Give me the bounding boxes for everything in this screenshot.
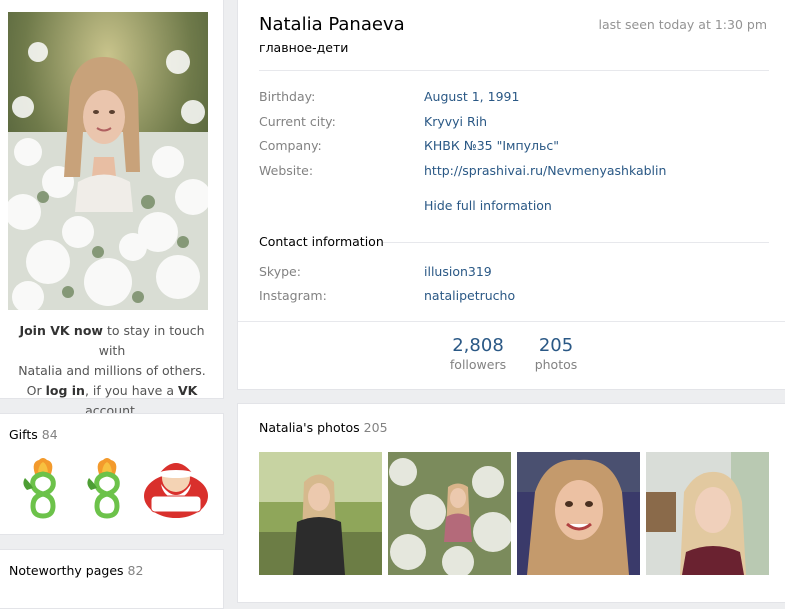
gifts-title: Gifts (9, 427, 38, 442)
skype-link[interactable]: illusion319 (424, 264, 492, 279)
counters-divider (238, 321, 785, 322)
photo-thumbnail[interactable] (388, 452, 511, 575)
birthday-link[interactable]: August 1, 1991 (424, 89, 519, 104)
photos-title: Natalia's photos (259, 420, 360, 435)
noteworthy-header[interactable]: Noteworthy pages 82 (9, 563, 143, 578)
gifts-header[interactable]: Gifts 84 (9, 427, 58, 442)
photos-counter[interactable]: 205 photos (526, 335, 586, 372)
join-line2-text: Natalia and millions of others. (18, 363, 206, 378)
figure-eight-tulip-icon (87, 458, 120, 519)
city-link[interactable]: Kryvyi Rih (424, 114, 487, 129)
profile-info-card: Natalia Panaeva главное-дети last seen t… (237, 0, 785, 390)
followers-label: followers (449, 357, 507, 372)
website-label: Website: (259, 163, 314, 178)
instagram-link[interactable]: natalipetrucho (424, 288, 515, 303)
gift-item[interactable] (11, 456, 75, 520)
join-line3-mid: , if you have a (84, 383, 178, 398)
skype-label: Skype: (259, 264, 301, 279)
avatar-card: Join VK now to stay in touch with Natali… (0, 0, 224, 418)
photo-thumbnail[interactable] (517, 452, 640, 575)
photo-thumbnail[interactable] (646, 452, 769, 575)
photos-title-count: 205 (363, 420, 388, 435)
birthday-label: Birthday: (259, 89, 316, 104)
login-link[interactable]: log in (46, 383, 85, 398)
avatar[interactable] (8, 12, 208, 310)
contact-divider (383, 242, 769, 243)
last-seen-text: last seen today at 1:30 pm (598, 17, 767, 32)
photos-card: Natalia's photos 205 (237, 403, 785, 603)
join-line1-text: to stay in touch with (98, 323, 205, 358)
noteworthy-title: Noteworthy pages (9, 563, 124, 578)
gifts-card: Gifts 84 (0, 413, 224, 535)
gift-item[interactable] (75, 456, 139, 520)
noteworthy-pages-card: Noteworthy pages 82 (0, 549, 224, 609)
photos-label: photos (534, 357, 578, 372)
company-link[interactable]: КНВК №35 "Імпульс" (424, 138, 559, 153)
website-link[interactable]: http://sprashivai.ru/Nevmenyashkablin (424, 163, 666, 178)
header-divider (259, 70, 769, 71)
vk-word: VK (177, 383, 198, 398)
profile-name: Natalia Panaeva (259, 14, 405, 35)
followers-count: 2,808 (452, 335, 504, 356)
followers-counter[interactable]: 2,808 followers (443, 335, 513, 372)
photos-count: 205 (538, 335, 574, 356)
instagram-label: Instagram: (259, 288, 327, 303)
santa-claus-icon (144, 463, 208, 518)
city-label: Current city: (259, 114, 336, 129)
company-label: Company: (259, 138, 322, 153)
profile-status: главное-дети (259, 40, 349, 55)
gift-item[interactable] (141, 456, 208, 520)
join-link[interactable]: Join VK now (19, 323, 103, 338)
figure-eight-tulip-icon (23, 458, 56, 519)
join-or-text: Or (26, 383, 46, 398)
join-prompt: Join VK now to stay in touch with Natali… (5, 321, 219, 421)
contact-information-heading: Contact information (259, 234, 384, 249)
photos-header[interactable]: Natalia's photos 205 (259, 420, 388, 435)
noteworthy-count: 82 (127, 563, 144, 578)
hide-full-information-link[interactable]: Hide full information (424, 198, 552, 213)
photo-thumbnail[interactable] (259, 452, 382, 575)
gifts-count: 84 (41, 427, 58, 442)
